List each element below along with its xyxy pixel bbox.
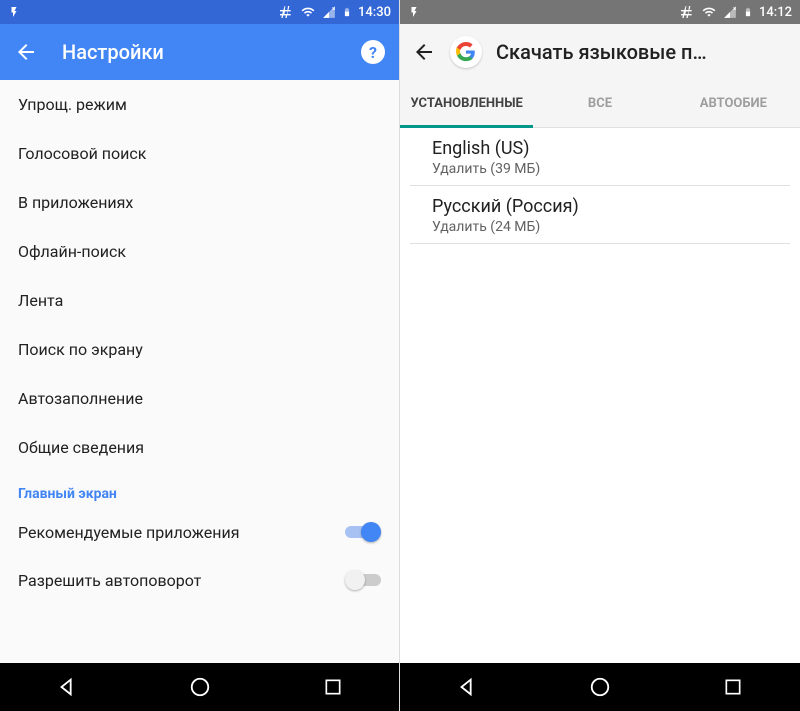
signal-icon [322, 5, 336, 19]
navigation-bar [400, 663, 800, 711]
toggle-row-recommended-apps[interactable]: Рекомендуемые приложения [0, 508, 399, 556]
tab-all[interactable]: ВСЕ [533, 80, 666, 127]
hash-icon [679, 4, 695, 20]
language-item[interactable]: Русский (Россия) Удалить (24 МБ) [410, 186, 790, 244]
bolt-icon [408, 5, 420, 19]
phone-right-languages: 14:12 Скачать языковые п… УСТАНОВЛЕННЫЕ … [400, 0, 800, 711]
language-action[interactable]: Удалить (39 МБ) [432, 161, 768, 177]
google-logo-icon [450, 36, 482, 68]
nav-back-button[interactable] [43, 663, 91, 711]
toggle-switch[interactable] [345, 570, 381, 590]
section-header: Главный экран [0, 472, 399, 508]
bolt-icon [8, 5, 20, 19]
wifi-icon [300, 5, 316, 19]
settings-item[interactable]: В приложениях [0, 178, 399, 227]
nav-recent-button[interactable] [309, 663, 357, 711]
appbar-title: Настройки [62, 40, 337, 64]
settings-item[interactable]: Офлайн-поиск [0, 227, 399, 276]
signal-icon [723, 5, 737, 19]
back-button[interactable] [412, 40, 436, 64]
language-item[interactable]: English (US) Удалить (39 МБ) [410, 128, 790, 186]
toggle-switch[interactable] [345, 522, 381, 542]
nav-home-button[interactable] [176, 663, 224, 711]
help-button[interactable]: ? [361, 40, 385, 64]
appbar-title: Скачать языковые п… [496, 40, 788, 64]
battery-icon [342, 4, 352, 20]
toggle-label: Рекомендуемые приложения [18, 523, 240, 542]
settings-item[interactable]: Автозаполнение [0, 374, 399, 423]
nav-home-button[interactable] [576, 663, 624, 711]
appbar: Настройки ? [0, 24, 399, 80]
status-bar: 14:12 [400, 0, 800, 24]
navigation-bar [0, 663, 399, 711]
nav-recent-button[interactable] [709, 663, 757, 711]
settings-item[interactable]: Поиск по экрану [0, 325, 399, 374]
settings-item[interactable]: Упрощ. режим [0, 80, 399, 129]
language-list: English (US) Удалить (39 МБ) Русский (Ро… [400, 128, 800, 663]
battery-icon [743, 4, 753, 20]
settings-item[interactable]: Голосовой поиск [0, 129, 399, 178]
toggle-label: Разрешить автоповорот [18, 571, 201, 590]
appbar: Скачать языковые п… [400, 24, 800, 80]
status-time: 14:30 [358, 5, 391, 20]
settings-item[interactable]: Лента [0, 276, 399, 325]
hash-icon [278, 4, 294, 20]
back-button[interactable] [14, 40, 38, 64]
tabs: УСТАНОВЛЕННЫЕ ВСЕ АВТООБИЕ [400, 80, 800, 128]
toggle-row-autorotate[interactable]: Разрешить автоповорот [0, 556, 399, 604]
status-time: 14:12 [759, 5, 792, 20]
language-name: English (US) [432, 138, 768, 159]
wifi-icon [701, 5, 717, 19]
language-action[interactable]: Удалить (24 МБ) [432, 219, 768, 235]
status-bar: 14:30 [0, 0, 399, 24]
language-name: Русский (Россия) [432, 196, 768, 217]
settings-item[interactable]: Общие сведения [0, 423, 399, 472]
tab-autoupdate[interactable]: АВТООБИЕ [667, 80, 800, 127]
tab-installed[interactable]: УСТАНОВЛЕННЫЕ [400, 80, 533, 127]
nav-back-button[interactable] [443, 663, 491, 711]
phone-left-settings: 14:30 Настройки ? Упрощ. режим Голосовой… [0, 0, 400, 711]
settings-list: Упрощ. режим Голосовой поиск В приложени… [0, 80, 399, 663]
